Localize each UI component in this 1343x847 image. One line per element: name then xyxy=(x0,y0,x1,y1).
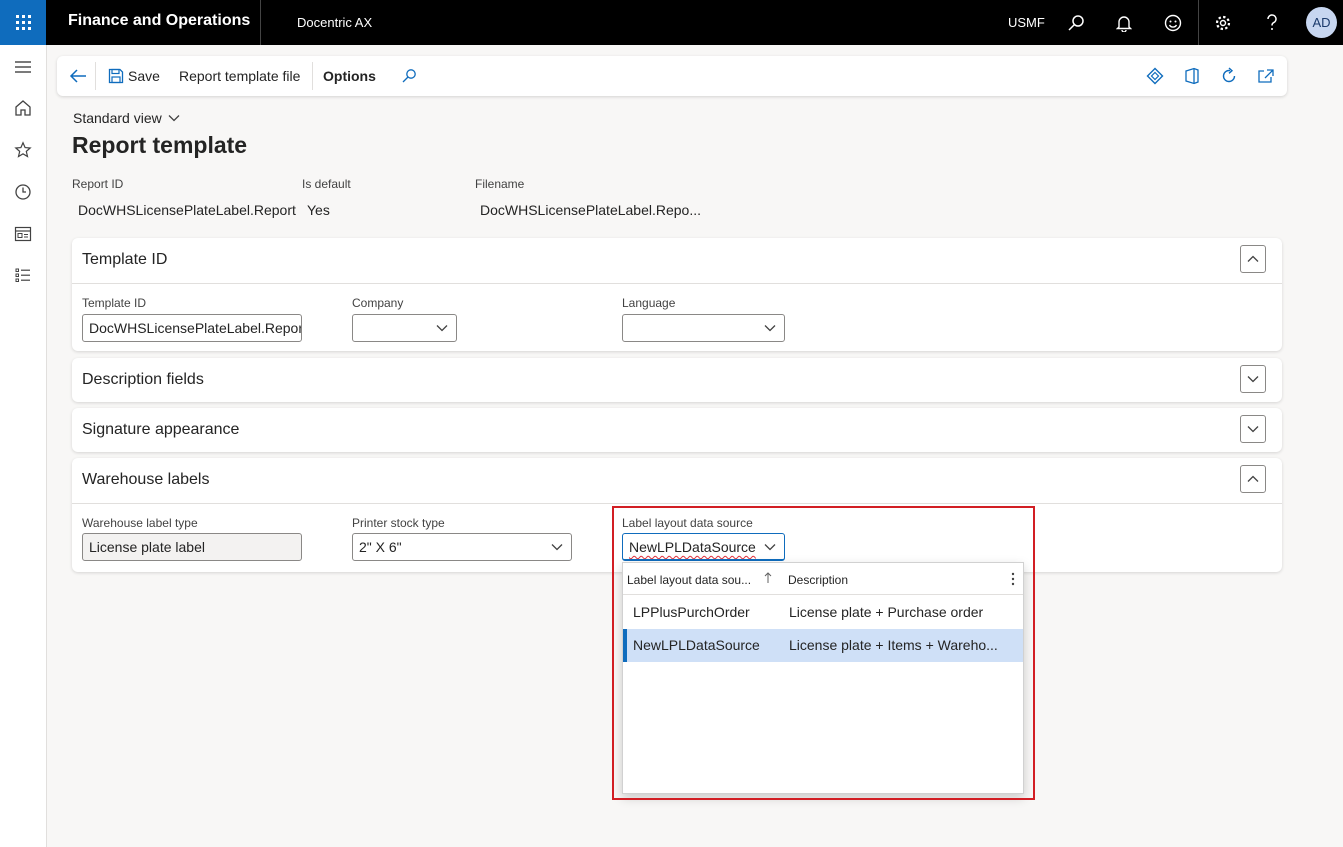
company-label: Company xyxy=(352,296,404,310)
topbar-divider xyxy=(1198,0,1199,45)
printer-stock-type-value: 2" X 6" xyxy=(359,539,402,555)
gear-icon[interactable] xyxy=(1211,11,1235,35)
chevron-down-icon xyxy=(764,325,776,332)
action-pane-divider xyxy=(312,62,313,90)
chevron-down-icon xyxy=(436,325,448,332)
back-arrow-icon[interactable] xyxy=(67,65,89,87)
view-selector-label: Standard view xyxy=(73,110,162,126)
expand-button[interactable] xyxy=(1240,415,1266,443)
collapse-button[interactable] xyxy=(1240,465,1266,493)
smiley-icon[interactable] xyxy=(1161,11,1185,35)
recent-clock-icon[interactable] xyxy=(11,180,35,204)
template-id-label: Template ID xyxy=(82,296,147,310)
filename-value: DocWHSLicensePlateLabel.Repo... xyxy=(480,202,702,218)
report-id-label: Report ID xyxy=(72,177,124,191)
annotation-highlight-box xyxy=(612,506,1035,800)
chevron-up-icon xyxy=(1247,475,1259,482)
section-description-fields: Description fields xyxy=(72,358,1282,402)
app-title[interactable]: Finance and Operations xyxy=(68,12,250,30)
filename-label: Filename xyxy=(475,177,525,191)
is-default-label: Is default xyxy=(302,177,351,191)
page-title: Report template xyxy=(72,132,248,158)
section-divider xyxy=(72,283,1282,284)
warehouse-label-type-label: Warehouse label type xyxy=(82,516,198,530)
section-title[interactable]: Template ID xyxy=(82,251,167,269)
chevron-down-icon xyxy=(168,115,180,122)
company-select[interactable] xyxy=(352,314,457,342)
report-id-value: DocWHSLicensePlateLabel.Report xyxy=(78,202,296,218)
collapse-button[interactable] xyxy=(1240,245,1266,273)
save-button[interactable]: Save xyxy=(128,68,160,84)
save-disk-icon[interactable] xyxy=(105,65,127,87)
left-navigation xyxy=(0,45,47,847)
report-template-file-button[interactable]: Report template file xyxy=(179,68,300,84)
section-title[interactable]: Description fields xyxy=(82,371,204,389)
search-icon[interactable] xyxy=(1064,11,1088,35)
company-picker[interactable]: USMF xyxy=(1008,15,1045,30)
power-apps-diamond-icon[interactable] xyxy=(1144,65,1166,87)
home-icon[interactable] xyxy=(11,96,35,120)
refresh-icon[interactable] xyxy=(1218,65,1240,87)
expand-button[interactable] xyxy=(1240,365,1266,393)
action-pane: Save Report template file Options xyxy=(57,56,1287,96)
topbar-divider xyxy=(260,0,261,45)
workspaces-icon[interactable] xyxy=(11,222,35,246)
chevron-down-icon xyxy=(1247,426,1259,433)
section-title[interactable]: Signature appearance xyxy=(82,421,239,439)
avatar[interactable]: AD xyxy=(1306,7,1337,38)
favorites-star-icon[interactable] xyxy=(11,138,35,162)
module-name: Docentric AX xyxy=(297,15,373,30)
top-bar: Finance and Operations Docentric AX USMF… xyxy=(0,0,1343,45)
action-pane-divider xyxy=(95,62,96,90)
chevron-down-icon xyxy=(551,544,563,551)
language-select[interactable] xyxy=(622,314,785,342)
app-launcher-button[interactable] xyxy=(0,0,46,45)
section-title[interactable]: Warehouse labels xyxy=(82,471,209,489)
chevron-up-icon xyxy=(1247,255,1259,262)
section-divider xyxy=(72,503,1282,504)
is-default-value: Yes xyxy=(307,202,330,218)
waffle-icon xyxy=(15,15,31,30)
language-label: Language xyxy=(622,296,676,310)
office-icon[interactable] xyxy=(1181,65,1203,87)
chevron-down-icon xyxy=(1247,376,1259,383)
template-id-input[interactable]: DocWHSLicensePlateLabel.Report xyxy=(82,314,302,342)
action-search-icon[interactable] xyxy=(398,65,420,87)
warehouse-label-type-field: License plate label xyxy=(82,533,302,561)
help-icon[interactable] xyxy=(1260,11,1284,35)
view-selector[interactable]: Standard view xyxy=(73,110,180,126)
bell-icon[interactable] xyxy=(1112,11,1136,35)
printer-stock-type-label: Printer stock type xyxy=(352,516,445,530)
open-in-new-window-icon[interactable] xyxy=(1255,65,1277,87)
options-tab[interactable]: Options xyxy=(323,68,376,84)
section-template-id: Template ID Template ID DocWHSLicensePla… xyxy=(72,238,1282,351)
hamburger-menu-icon[interactable] xyxy=(11,55,35,79)
modules-list-icon[interactable] xyxy=(11,263,35,287)
section-signature-appearance: Signature appearance xyxy=(72,408,1282,452)
printer-stock-type-select[interactable]: 2" X 6" xyxy=(352,533,572,561)
